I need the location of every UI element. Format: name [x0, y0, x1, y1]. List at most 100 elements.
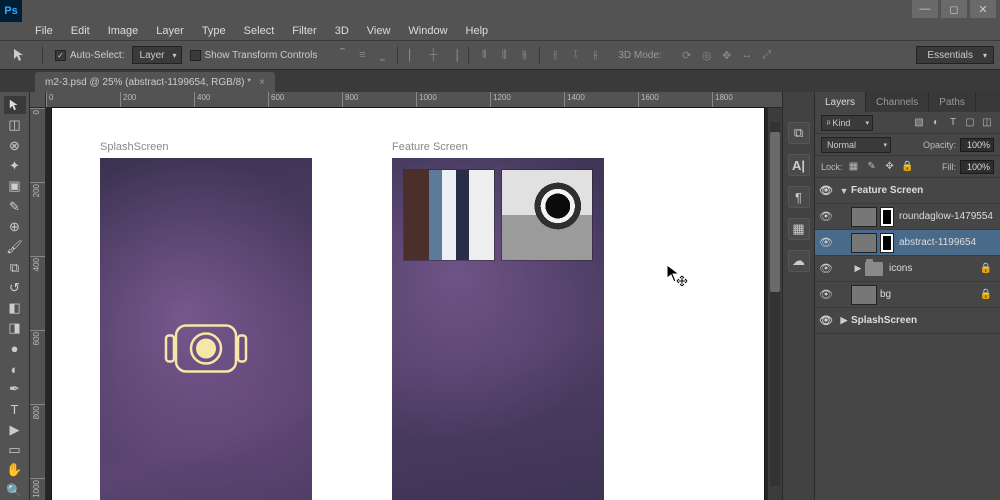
menu-image[interactable]: Image	[99, 25, 148, 37]
tab-layers[interactable]: Layers	[815, 92, 866, 112]
menu-help[interactable]: Help	[457, 25, 498, 37]
zoom-tool[interactable]: 🔍	[4, 482, 26, 500]
minimize-button[interactable]: —	[912, 0, 938, 18]
crop-tool[interactable]: ▣	[4, 177, 26, 195]
eraser-tool[interactable]: ◧	[4, 299, 26, 317]
pen-tool[interactable]: ✒	[4, 380, 26, 398]
layer-thumbnail[interactable]	[851, 233, 877, 253]
zoom-icon[interactable]: ⤢	[758, 46, 776, 64]
menu-type[interactable]: Type	[193, 25, 235, 37]
lock-pixels-icon[interactable]: ✎	[865, 160, 879, 174]
layer-group[interactable]: 👁▶icons🔒	[815, 256, 1000, 282]
visibility-toggle[interactable]: 👁	[815, 288, 837, 301]
brush-tool[interactable]: 🖌	[4, 238, 26, 256]
menu-filter[interactable]: Filter	[283, 25, 325, 37]
close-tab-icon[interactable]: ×	[259, 77, 265, 88]
thumbnail-roundaglow[interactable]	[502, 170, 592, 260]
layer-name[interactable]: icons	[889, 263, 912, 274]
layer-item[interactable]: 👁abstract-1199654	[815, 230, 1000, 256]
splash-screen[interactable]: SplashScreen	[100, 158, 312, 500]
thumbnail-abstract[interactable]	[404, 170, 494, 260]
blur-tool[interactable]: ●	[4, 340, 26, 358]
document-tab[interactable]: m2-3.psd @ 25% (abstract-1199654, RGB/8)…	[35, 72, 275, 92]
opacity-field[interactable]: 100%	[960, 138, 994, 152]
menu-3d[interactable]: 3D	[326, 25, 358, 37]
type-tool[interactable]: T	[4, 400, 26, 418]
layer-group[interactable]: 👁▼Feature Screen	[815, 178, 1000, 204]
libraries-panel-icon[interactable]: ☁	[788, 250, 810, 272]
layer-name[interactable]: bg	[880, 289, 891, 300]
align-right-icon[interactable]: ▕	[444, 46, 462, 64]
healing-tool[interactable]: ⊕	[4, 218, 26, 236]
distribute-hcenter-icon[interactable]: ⫱	[566, 46, 584, 64]
filter-adjust-icon[interactable]: ◐	[929, 116, 943, 130]
menu-edit[interactable]: Edit	[62, 25, 99, 37]
menu-view[interactable]: View	[358, 25, 400, 37]
menu-layer[interactable]: Layer	[147, 25, 193, 37]
menu-select[interactable]: Select	[235, 25, 284, 37]
quick-select-tool[interactable]: ✦	[4, 157, 26, 175]
distribute-left-icon[interactable]: ⫲	[546, 46, 564, 64]
workspace-dropdown[interactable]: Essentials	[916, 46, 994, 64]
slide-icon[interactable]: ↔	[738, 46, 756, 64]
auto-select-check[interactable]: ✓ Auto-Select:	[55, 50, 124, 61]
marquee-tool[interactable]: ◫	[4, 116, 26, 134]
align-vcenter-icon[interactable]: ≡	[353, 46, 371, 64]
history-panel-icon[interactable]: ⧉	[788, 122, 810, 144]
filter-pixel-icon[interactable]: ▧	[912, 116, 926, 130]
distribute-top-icon[interactable]: ⫴	[475, 46, 493, 64]
layer-mask-thumbnail[interactable]	[880, 233, 894, 253]
layer-name[interactable]: roundaglow-1479554	[899, 211, 993, 222]
show-transform-check[interactable]: Show Transform Controls	[190, 50, 318, 61]
dodge-tool[interactable]: ◐	[4, 360, 26, 378]
layer-group[interactable]: 👁▶SplashScreen	[815, 308, 1000, 334]
visibility-toggle[interactable]: 👁	[815, 236, 837, 249]
canvas[interactable]: 020040060080010001200140016001800 020040…	[30, 92, 782, 500]
align-hcenter-icon[interactable]: ┼	[424, 46, 442, 64]
roll-icon[interactable]: ◎	[698, 46, 716, 64]
blend-mode-dropdown[interactable]: Normal	[821, 137, 891, 153]
pan-icon[interactable]: ✥	[718, 46, 736, 64]
filter-type-icon[interactable]: T	[946, 116, 960, 130]
fill-field[interactable]: 100%	[960, 160, 994, 174]
visibility-toggle[interactable]: 👁	[815, 314, 837, 327]
layer-thumbnail[interactable]	[851, 207, 877, 227]
align-bottom-icon[interactable]: ⎵	[373, 46, 391, 64]
visibility-toggle[interactable]: 👁	[815, 184, 837, 197]
swatches-panel-icon[interactable]: ▦	[788, 218, 810, 240]
distribute-bottom-icon[interactable]: ⫵	[515, 46, 533, 64]
layer-item[interactable]: 👁bg🔒	[815, 282, 1000, 308]
lock-position-icon[interactable]: ✥	[883, 160, 897, 174]
character-panel-icon[interactable]: A|	[788, 154, 810, 176]
align-left-icon[interactable]: ▏	[404, 46, 422, 64]
layer-name[interactable]: Feature Screen	[851, 185, 923, 196]
gradient-tool[interactable]: ◨	[4, 319, 26, 337]
orbit-icon[interactable]: ⟳	[678, 46, 696, 64]
move-tool[interactable]	[4, 96, 26, 114]
layer-thumbnail[interactable]	[851, 285, 877, 305]
stamp-tool[interactable]: ⧉	[4, 258, 26, 276]
ruler-vertical[interactable]: 02004006008001000120014001600	[30, 108, 46, 500]
layer-mask-thumbnail[interactable]	[880, 207, 894, 227]
distribute-vcenter-icon[interactable]: ⫼	[495, 46, 513, 64]
tab-paths[interactable]: Paths	[929, 92, 976, 112]
lasso-tool[interactable]: ⊗	[4, 137, 26, 155]
filter-shape-icon[interactable]: ▢	[963, 116, 977, 130]
paragraph-panel-icon[interactable]: ¶	[788, 186, 810, 208]
visibility-toggle[interactable]: 👁	[815, 262, 837, 275]
feature-screen[interactable]: Feature Screen	[392, 158, 604, 500]
history-brush-tool[interactable]: ↺	[4, 279, 26, 297]
tab-channels[interactable]: Channels	[866, 92, 929, 112]
lock-all-icon[interactable]: 🔒	[901, 160, 915, 174]
close-button[interactable]: ✕	[970, 0, 996, 18]
ruler-horizontal[interactable]: 020040060080010001200140016001800	[46, 92, 782, 108]
disclosure-triangle-icon[interactable]: ▼	[837, 186, 851, 196]
disclosure-triangle-icon[interactable]: ▶	[851, 263, 865, 274]
menu-window[interactable]: Window	[399, 25, 456, 37]
align-top-icon[interactable]: ⎴	[333, 46, 351, 64]
lock-transparent-icon[interactable]: ▦	[847, 160, 861, 174]
menu-file[interactable]: File	[26, 25, 62, 37]
disclosure-triangle-icon[interactable]: ▶	[837, 315, 851, 326]
visibility-toggle[interactable]: 👁	[815, 210, 837, 223]
path-select-tool[interactable]: ▶	[4, 421, 26, 439]
